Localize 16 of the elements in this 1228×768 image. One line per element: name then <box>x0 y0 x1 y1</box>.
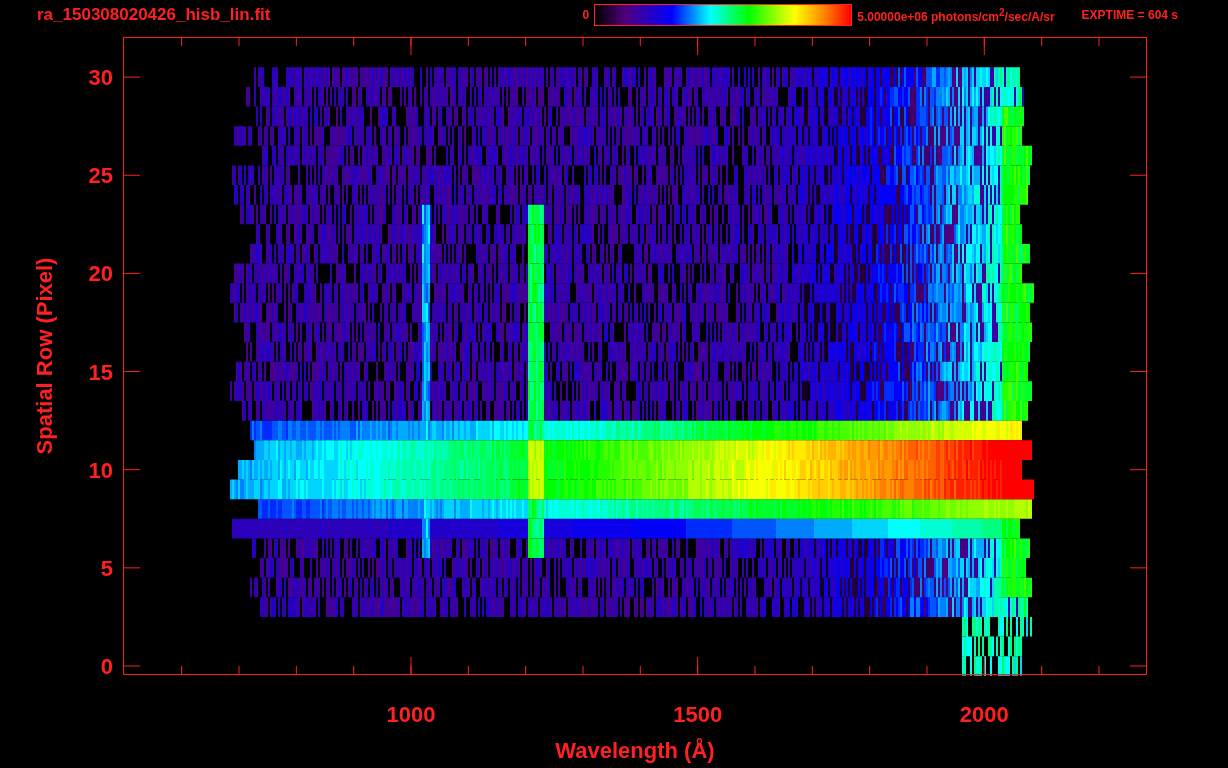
y-tick-label: 5 <box>100 555 113 581</box>
x-tick-label: 2000 <box>959 702 1009 727</box>
colorbar-max-label: 5.00000e+06 photons/cm$^{2}$/sec/A/sr <box>857 6 1055 24</box>
y-tick-label: 0 <box>100 654 113 679</box>
exposure-time: EXPTIME = 604 s <box>1081 8 1178 22</box>
y-tick-label: 15 <box>88 359 113 385</box>
y-tick-label: 25 <box>88 163 113 189</box>
x-tick-label: 1500 <box>673 702 723 727</box>
x-axis-label: Wavelength (Å) <box>555 738 715 763</box>
y-tick-label: 10 <box>88 457 113 483</box>
file-title: ra_150308020426_hisb_lin.fit <box>37 5 271 25</box>
y-tick-label: 30 <box>88 65 113 91</box>
colorbar-min-label: 0 <box>582 8 590 22</box>
x-tick-label: 1000 <box>386 702 436 727</box>
y-axis-label: Spatial Row (Pixel) <box>32 257 57 455</box>
y-tick-label: 20 <box>88 261 113 287</box>
